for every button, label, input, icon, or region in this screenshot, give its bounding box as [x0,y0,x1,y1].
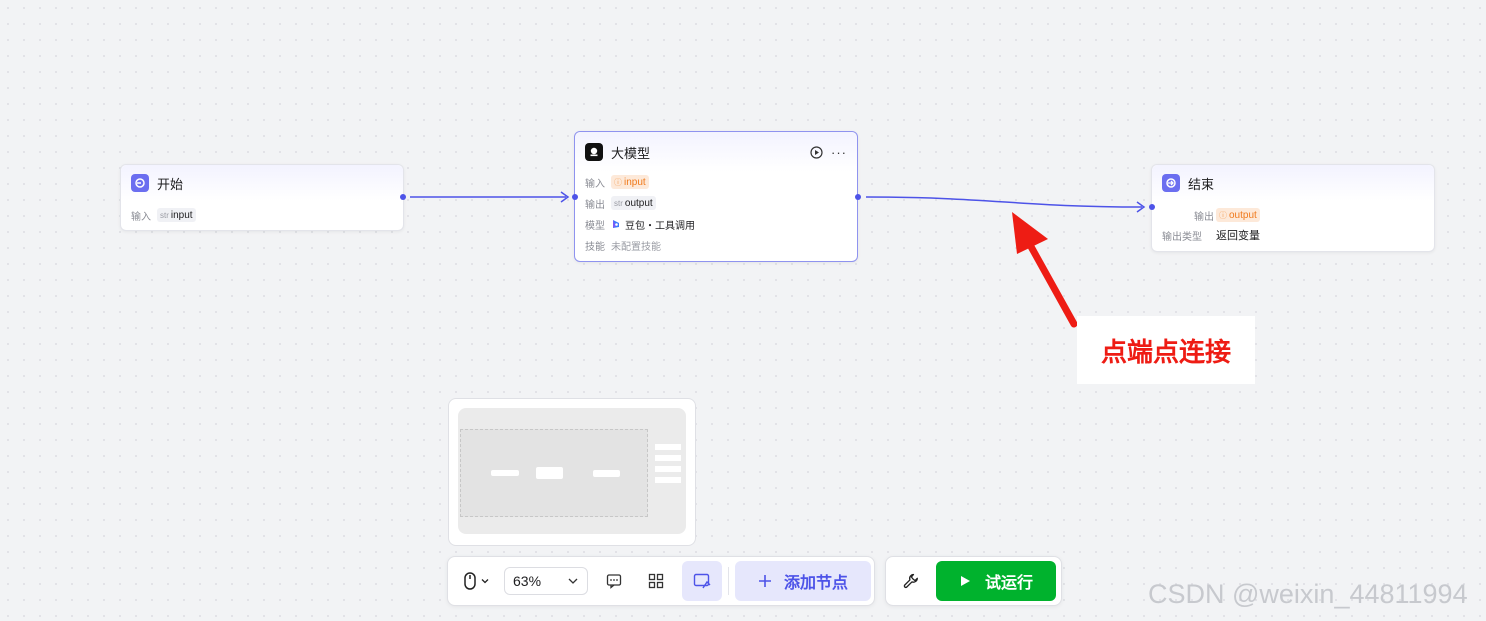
llm-input-label: 输入 [585,178,605,190]
toolbar-divider [728,567,729,595]
comment-button[interactable] [598,565,630,597]
start-input-tag: str input [157,208,196,222]
end-node[interactable]: 结束 输出 ⓘ output 输出类型 返回变量 [1151,164,1435,252]
watermark: CSDN @weixin_44811994 [1148,579,1468,609]
llm-input-port[interactable] [572,194,578,200]
end-node-title: 结束 [1188,176,1215,192]
comment-icon [606,574,622,589]
run-toolbar: 试运行 [885,556,1062,606]
minimap-node [491,470,519,476]
llm-model-label: 模型 [585,220,605,232]
start-input-label: 输入 [131,211,151,223]
end-node-header: 结束 [1152,165,1434,201]
llm-output-label: 输出 [585,199,605,211]
model-icon [611,219,621,229]
plus-icon [758,575,771,587]
auto-layout-button[interactable] [640,565,672,597]
more-icon[interactable]: ··· [831,145,847,160]
mouse-icon [464,572,476,590]
start-node-title: 开始 [157,176,184,192]
minimap-node [655,477,681,483]
annotation-box: 点端点连接 [1077,316,1255,384]
end-input-port[interactable] [1149,204,1155,210]
minimap-toggle-button[interactable] [682,561,722,601]
chevron-down-icon [568,578,578,584]
add-node-label: 添加节点 [783,575,848,592]
play-icon [960,576,970,586]
llm-skill-value: 未配置技能 [611,241,661,253]
annotation-arrow-head [1012,212,1048,254]
llm-model-value: 豆包・工具调用 [625,220,695,232]
zoom-select[interactable]: 63% [504,567,588,595]
llm-node-header: 大模型 ··· [575,132,857,172]
annotation-text: 点端点连接 [1100,336,1231,367]
edges [410,191,1146,328]
add-node-button[interactable]: 添加节点 [735,561,871,601]
test-run-button[interactable]: 试运行 [936,561,1056,601]
canvas-toolbar: 63% 添加节点 [447,556,875,606]
test-run-label: 试运行 [984,575,1033,592]
grid-icon [648,573,664,589]
run-node-icon[interactable] [810,145,823,159]
llm-node[interactable]: 大模型 ··· 输入 ⓘ input 输出 str output 模型 豆包・工具调… [574,131,858,262]
start-node[interactable]: 开始 输入 str input [120,164,404,231]
llm-icon [585,143,603,161]
end-output-label: 输出 [1194,211,1214,223]
end-output-type-label: 输出类型 [1162,231,1202,243]
edge-llm-end [865,196,1143,208]
end-output-tag: ⓘ output [1216,208,1260,222]
start-node-header: 开始 [121,165,403,201]
start-icon [131,174,149,192]
end-icon [1162,174,1180,192]
chevron-down-icon [481,579,489,584]
wrench-icon [903,573,918,589]
llm-skill-label: 技能 [585,241,605,253]
end-output-type-value: 返回变量 [1216,230,1260,242]
interaction-mode-button[interactable] [460,565,494,597]
minimap-node [593,470,620,477]
llm-output-port[interactable] [855,194,861,200]
minimap-node [655,455,681,461]
zoom-value: 63% [513,573,542,589]
minimap-node [655,466,681,472]
minimap-icon [693,573,711,589]
minimap-node [655,444,681,450]
annotation-arrow [1020,230,1078,328]
llm-input-tag: ⓘ input [611,175,649,189]
llm-node-title: 大模型 [611,145,651,161]
llm-output-tag: str output [611,196,656,210]
start-output-port[interactable] [400,194,406,200]
minimap-node [536,467,563,479]
settings-button[interactable] [896,565,926,597]
minimap[interactable] [448,398,696,546]
